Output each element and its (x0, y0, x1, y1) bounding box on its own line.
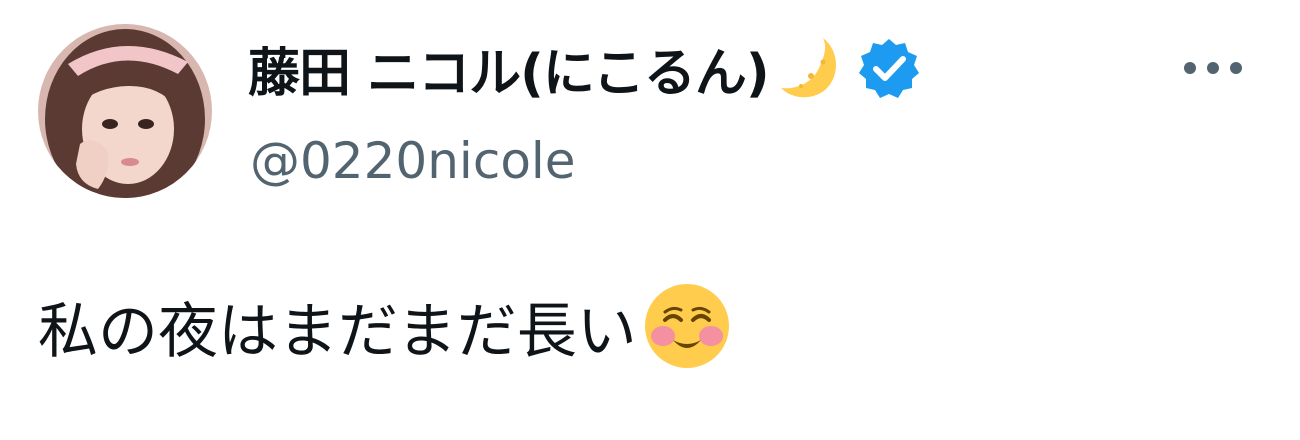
tweet-card: 藤田 ニコル(にこるん) @0220nicole 私の夜はまだまだ長い (0, 0, 1300, 440)
author-name-row: 藤田 ニコル(にこるん) (248, 28, 921, 108)
smiling-face-icon (643, 282, 731, 370)
more-horizontal-icon (1184, 62, 1242, 74)
tweet-body: 私の夜はまだまだ長い (38, 278, 731, 374)
tweet-text: 私の夜はまだまだ長い (38, 296, 637, 367)
author-handle[interactable]: @0220nicole (250, 132, 576, 190)
author-display-name[interactable]: 藤田 ニコル(にこるん) (248, 31, 770, 106)
crescent-moon-icon (775, 32, 847, 104)
avatar-image (38, 24, 212, 198)
more-options-button[interactable] (1168, 38, 1258, 98)
verified-badge-icon[interactable] (857, 36, 921, 100)
avatar[interactable] (38, 24, 212, 198)
